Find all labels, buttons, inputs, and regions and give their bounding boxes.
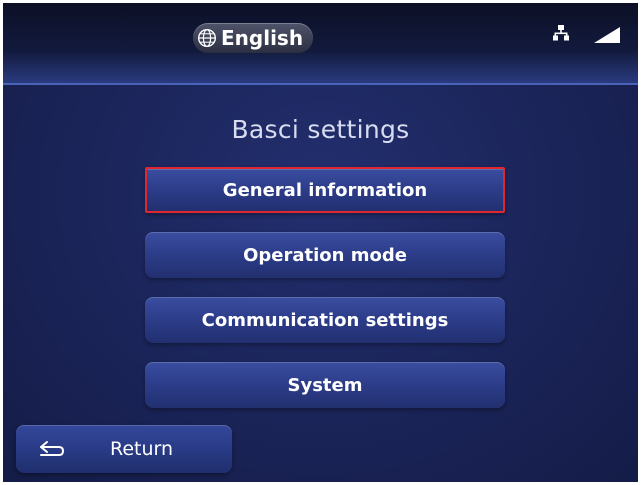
general-information-button[interactable]: General information: [145, 167, 505, 213]
page-title: Basci settings: [231, 115, 410, 144]
system-button[interactable]: System: [145, 362, 505, 408]
status-bar: English: [3, 3, 638, 85]
screen: English Basci settings General informati…: [3, 3, 638, 482]
globe-icon: [197, 28, 217, 48]
operation-mode-button[interactable]: Operation mode: [145, 232, 505, 278]
return-button[interactable]: Return: [16, 425, 232, 473]
return-label: Return: [110, 438, 174, 460]
signal-icon: [594, 27, 620, 43]
back-arrow-icon: [40, 441, 65, 456]
language-selector[interactable]: English: [193, 23, 314, 53]
communication-settings-button[interactable]: Communication settings: [145, 297, 505, 343]
language-label: English: [221, 26, 304, 50]
network-icon: [553, 25, 569, 41]
